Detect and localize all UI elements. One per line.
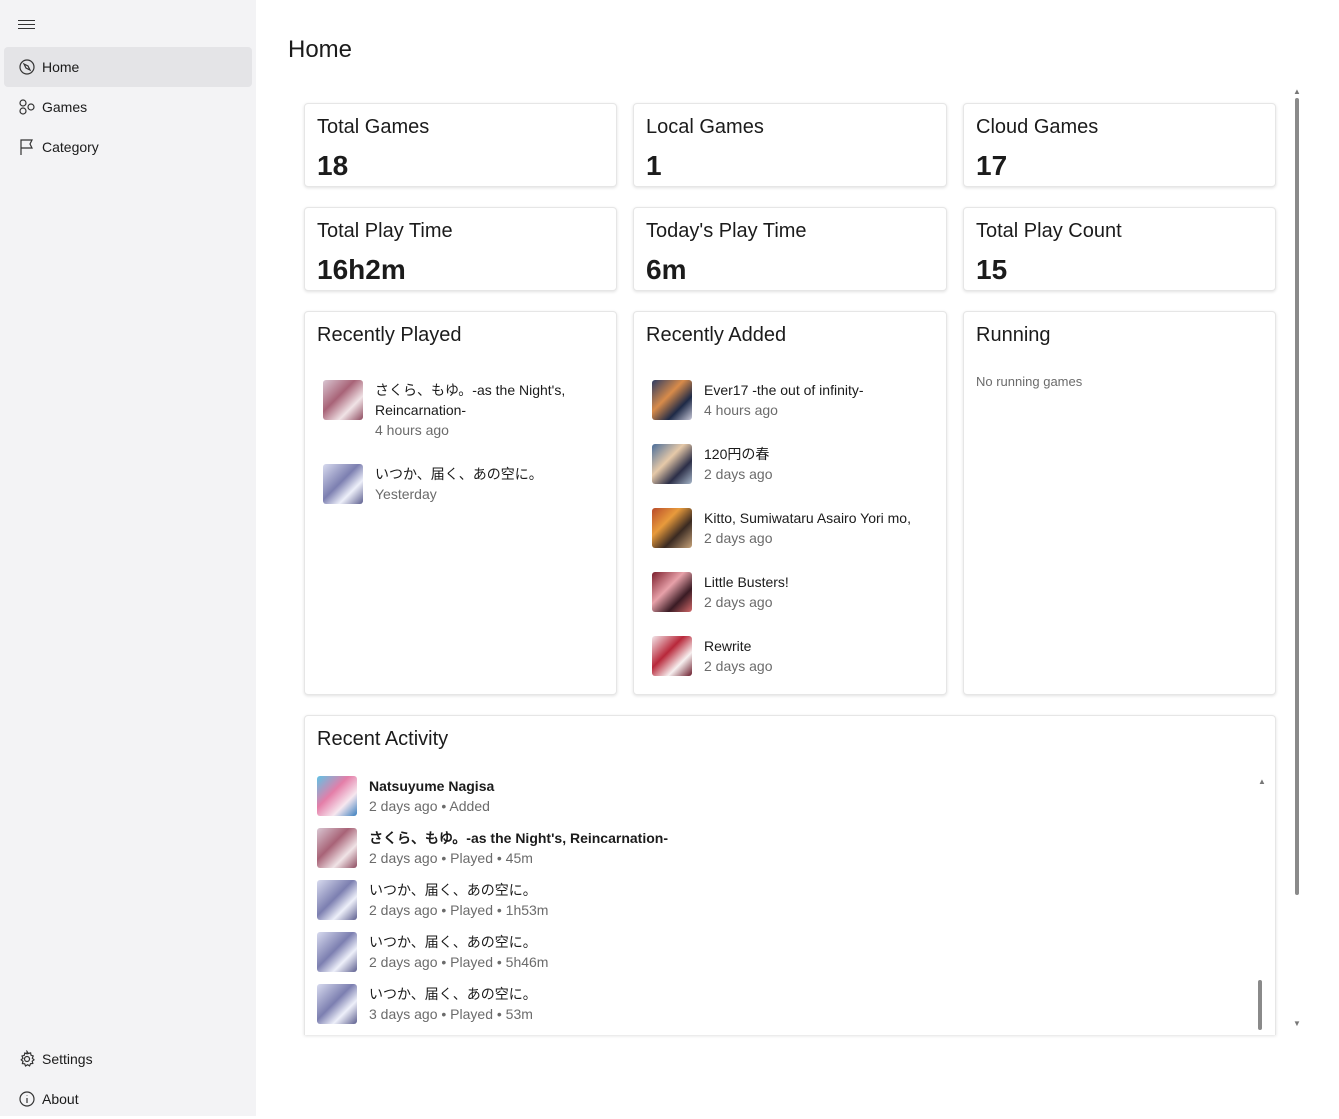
empty-state-text: No running games	[976, 374, 1083, 389]
page-scroll-up-arrow[interactable]: ▲	[1293, 88, 1301, 96]
list-item[interactable]: 120円の春 2 days ago	[652, 444, 773, 484]
activity-title: さくら、もゆ。-as the Night's, Reincarnation-	[369, 830, 668, 846]
activity-subtitle: 2 days ago • Played • 45m	[369, 850, 533, 866]
sidebar-item-label: Category	[42, 139, 99, 155]
item-subtitle: 2 days ago	[704, 658, 773, 674]
game-cover-thumbnail	[323, 380, 363, 420]
list-item[interactable]: Kitto, Sumiwataru Asairo Yori mo, 2 days…	[652, 508, 911, 548]
running-card: Running No running games	[963, 311, 1276, 695]
game-cover-thumbnail	[317, 880, 357, 920]
card-title: Running	[976, 324, 1051, 346]
flag-icon	[18, 138, 36, 156]
recently-played-card: Recently Played さくら、もゆ。-as the Night's, …	[304, 311, 617, 695]
sidebar-item-label: Settings	[42, 1051, 93, 1067]
game-cover-thumbnail	[652, 572, 692, 612]
recent-activity-card: Recent Activity Natsuyume Nagisa 2 days …	[304, 715, 1276, 1035]
item-title: Ever17 -the out of infinity-	[704, 382, 864, 398]
sidebar: Home Games Category Settings About	[0, 0, 256, 1116]
page-title: Home	[288, 36, 353, 63]
activity-item[interactable]: さくら、もゆ。-as the Night's, Reincarnation- 2…	[317, 828, 668, 868]
activity-subtitle: 2 days ago • Added	[369, 798, 490, 814]
item-subtitle: 2 days ago	[704, 594, 773, 610]
item-title: 120円の春	[704, 446, 770, 462]
sidebar-item-settings[interactable]: Settings	[4, 1039, 252, 1079]
stat-title: Local Games	[646, 116, 764, 138]
games-icon	[18, 98, 36, 116]
stat-card-total-play-time: Total Play Time 16h2m	[304, 207, 617, 291]
activity-subtitle: 3 days ago • Played • 53m	[369, 1006, 533, 1022]
stat-title: Today's Play Time	[646, 220, 807, 242]
item-subtitle: 2 days ago	[704, 466, 773, 482]
game-cover-thumbnail	[652, 380, 692, 420]
item-subtitle: 4 hours ago	[375, 422, 449, 438]
info-icon	[18, 1090, 36, 1108]
stat-value: 6m	[646, 254, 687, 285]
activity-title: いつか、届く、あの空に。	[369, 986, 537, 1002]
page-scrollbar-thumb[interactable]	[1295, 98, 1299, 895]
activity-item[interactable]: いつか、届く、あの空に。 3 days ago • Played • 53m	[317, 984, 537, 1024]
sidebar-item-about[interactable]: About	[4, 1079, 252, 1119]
stat-card-local-games: Local Games 1	[633, 103, 947, 187]
item-title-continued: Reincarnation-	[375, 402, 467, 418]
stat-title: Cloud Games	[976, 116, 1099, 138]
game-cover-thumbnail	[317, 776, 357, 816]
activity-scroll-up-arrow[interactable]: ▲	[1258, 778, 1266, 786]
sidebar-item-label: Home	[42, 59, 80, 75]
list-item[interactable]: さくら、もゆ。-as the Night's, Reincarnation- 4…	[323, 380, 565, 440]
stat-card-total-games: Total Games 18	[304, 103, 617, 187]
hamburger-menu-icon[interactable]	[18, 16, 36, 32]
recently-added-card: Recently Added Ever17 -the out of infini…	[633, 311, 947, 695]
game-cover-thumbnail	[652, 508, 692, 548]
activity-scrollbar-thumb[interactable]	[1258, 980, 1262, 1030]
game-cover-thumbnail	[323, 464, 363, 504]
sidebar-item-label: About	[42, 1091, 79, 1107]
game-cover-thumbnail	[317, 932, 357, 972]
stat-value: 1	[646, 150, 662, 181]
sidebar-item-home[interactable]: Home	[4, 47, 252, 87]
stat-title: Total Play Time	[317, 220, 453, 242]
list-item[interactable]: いつか、届く、あの空に。 Yesterday	[323, 464, 543, 504]
activity-item[interactable]: いつか、届く、あの空に。 2 days ago • Played • 5h46m	[317, 932, 548, 972]
item-title: Kitto, Sumiwataru Asairo Yori mo,	[704, 510, 911, 526]
game-cover-thumbnail	[652, 636, 692, 676]
activity-title: Natsuyume Nagisa	[369, 778, 495, 794]
activity-item[interactable]: Natsuyume Nagisa 2 days ago • Added	[317, 776, 494, 816]
page-scroll-down-arrow[interactable]: ▼	[1293, 1020, 1301, 1028]
list-item[interactable]: Ever17 -the out of infinity- 4 hours ago	[652, 380, 864, 420]
stat-card-total-play-count: Total Play Count 15	[963, 207, 1276, 291]
game-cover-thumbnail	[317, 984, 357, 1024]
home-compass-icon	[18, 58, 36, 76]
stat-value: 18	[317, 150, 349, 181]
stat-value: 17	[976, 150, 1008, 181]
game-cover-thumbnail	[317, 828, 357, 868]
sidebar-item-games[interactable]: Games	[4, 87, 252, 127]
stat-card-todays-play-time: Today's Play Time 6m	[633, 207, 947, 291]
card-title: Recently Added	[646, 324, 787, 346]
item-subtitle: Yesterday	[375, 486, 437, 502]
card-title: Recent Activity	[317, 728, 449, 750]
stat-title: Total Play Count	[976, 220, 1122, 242]
activity-title: いつか、届く、あの空に。	[369, 934, 537, 950]
card-title: Recently Played	[317, 324, 462, 346]
activity-subtitle: 2 days ago • Played • 1h53m	[369, 902, 549, 918]
item-title: Little Busters!	[704, 574, 789, 590]
stat-title: Total Games	[317, 116, 430, 138]
list-item[interactable]: Little Busters! 2 days ago	[652, 572, 789, 612]
item-title: さくら、もゆ。-as the Night's,	[375, 382, 566, 398]
item-subtitle: 2 days ago	[704, 530, 773, 546]
list-item[interactable]: Rewrite 2 days ago	[652, 636, 773, 676]
activity-subtitle: 2 days ago • Played • 5h46m	[369, 954, 549, 970]
activity-title: いつか、届く、あの空に。	[369, 882, 537, 898]
item-title: いつか、届く、あの空に。	[375, 466, 543, 482]
stat-value: 15	[976, 254, 1008, 285]
gear-icon	[18, 1050, 36, 1068]
stat-value: 16h2m	[317, 254, 406, 285]
stat-card-cloud-games: Cloud Games 17	[963, 103, 1276, 187]
game-cover-thumbnail	[652, 444, 692, 484]
sidebar-item-label: Games	[42, 99, 88, 115]
item-title: Rewrite	[704, 638, 752, 654]
activity-item[interactable]: いつか、届く、あの空に。 2 days ago • Played • 1h53m	[317, 880, 548, 920]
sidebar-item-category[interactable]: Category	[4, 127, 252, 167]
item-subtitle: 4 hours ago	[704, 402, 778, 418]
